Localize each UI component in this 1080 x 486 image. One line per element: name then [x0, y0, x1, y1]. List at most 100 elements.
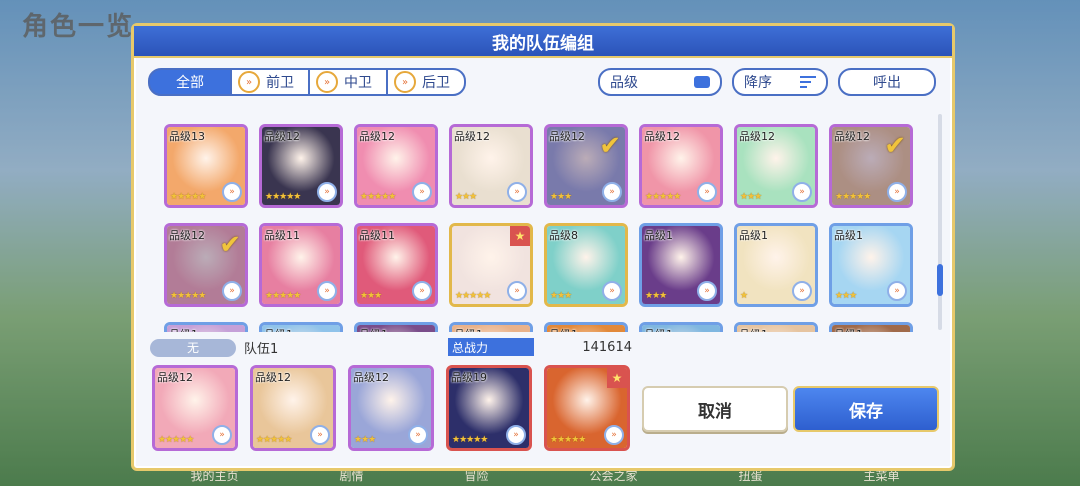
position-icon: » — [507, 281, 527, 301]
character-card[interactable]: 品级12 ★★★ » ✔ — [544, 124, 628, 208]
team-edit-dialog: 我的队伍编组 全部 » 前卫 » 中卫 » 后卫 品级 降序 呼出 品级13 ★★… — [131, 23, 955, 471]
team-member-card[interactable]: ★★★★★ » ★ — [544, 365, 630, 451]
position-icon: » — [507, 182, 527, 202]
character-card[interactable]: 品级12 ★★★★★ » — [259, 124, 343, 208]
team-member-card[interactable]: 品级12 ★★★★★ » — [250, 365, 336, 451]
star-rating: ★★★ — [550, 192, 572, 202]
grade-label: 品级19 — [451, 371, 487, 384]
character-card[interactable]: 品级1» — [829, 322, 913, 332]
character-card[interactable]: 品级12 ★★★ » — [734, 124, 818, 208]
character-card[interactable]: 品级1» — [164, 322, 248, 332]
grade-label: 品级8 — [549, 229, 578, 242]
tab-vanguard-label: 前卫 — [266, 75, 294, 91]
star-rating: ★★★★★ — [158, 435, 194, 445]
grade-label: 品级1 — [264, 326, 293, 332]
star-rating: ★★★ — [354, 435, 376, 445]
character-card[interactable]: 品级12 ★★★★★ » — [354, 124, 438, 208]
grade-label: 品级12 — [353, 371, 389, 384]
character-card[interactable]: 品级12 ★★★★★ » ✔ — [164, 223, 248, 307]
character-card[interactable]: 品级1 ★ » — [734, 223, 818, 307]
grade-label: 品级12 — [454, 130, 490, 143]
character-card[interactable]: 品级8 ★★★ » — [544, 223, 628, 307]
sort-order-label: 降序 — [744, 75, 772, 91]
grid-scrollbar[interactable] — [937, 114, 943, 330]
total-power-label: 总战力 — [448, 338, 534, 356]
position-icon: » — [887, 182, 907, 202]
team-member-card[interactable]: 品级19 ★★★★★ » — [446, 365, 532, 451]
character-card[interactable]: 品级11 ★★★ » — [354, 223, 438, 307]
tab-midguard-label: 中卫 — [344, 75, 372, 91]
dialog-title: 我的队伍编组 — [134, 26, 952, 58]
position-icon: » — [697, 281, 717, 301]
character-card[interactable]: 品级13 ★★★★★ » — [164, 124, 248, 208]
tab-rearguard-label: 后卫 — [422, 75, 450, 91]
character-card[interactable]: 品级12 ★★★★★ » ✔ — [829, 124, 913, 208]
star-rating: ★★★ — [550, 291, 572, 301]
sort-order-button[interactable]: 降序 — [732, 68, 828, 96]
position-icon: » — [604, 425, 624, 445]
position-icon: » — [317, 281, 337, 301]
call-button[interactable]: 呼出 — [838, 68, 936, 96]
midguard-icon: » — [316, 71, 338, 93]
character-card[interactable]: 品级1» — [259, 322, 343, 332]
star-rating: ★★★ — [360, 291, 382, 301]
character-card[interactable]: 品级1 ★★★ » — [829, 223, 913, 307]
position-icon: » — [408, 425, 428, 445]
position-icon: » — [222, 182, 242, 202]
check-icon: ✔ — [219, 230, 241, 260]
tab-all[interactable]: 全部 — [148, 68, 232, 96]
grade-label: 品级1 — [454, 326, 483, 332]
character-card[interactable]: 品级12 ★★★ » — [449, 124, 533, 208]
character-card[interactable]: 品级1» — [639, 322, 723, 332]
grid-row: 品级12 ★★★★★ » ✔ 品级11 ★★★★★ » 品级11 ★★★ » ★★★★★ » ★ 品级8 ★… — [164, 223, 913, 307]
grade-label: 品级13 — [169, 130, 205, 143]
check-icon: ✔ — [599, 131, 621, 161]
team-member-card[interactable]: 品级12 ★★★★★ » — [152, 365, 238, 451]
grade-label: 品级1 — [359, 326, 388, 332]
position-icon: » — [792, 182, 812, 202]
star-rating: ★★★★★ — [452, 435, 488, 445]
position-icon: » — [212, 425, 232, 445]
tab-rearguard[interactable]: » 后卫 — [386, 68, 466, 96]
grade-label: 品级12 — [359, 130, 395, 143]
grade-sort-label: 品级 — [610, 75, 638, 91]
grade-label: 品级1 — [549, 326, 578, 332]
grade-label: 品级1 — [834, 326, 863, 332]
character-card[interactable]: 品级12 ★★★★★ » — [639, 124, 723, 208]
grade-label: 品级1 — [644, 229, 673, 242]
character-card[interactable]: 品级1 ★★★ » — [639, 223, 723, 307]
grade-label: 品级12 — [264, 130, 300, 143]
character-card[interactable]: 品级1» — [354, 322, 438, 332]
scrollbar-thumb[interactable] — [937, 264, 943, 296]
team-info: 无 队伍1 — [150, 338, 278, 357]
star-rating: ★★★ — [835, 291, 857, 301]
character-card[interactable]: 品级11 ★★★★★ » — [259, 223, 343, 307]
cancel-button[interactable]: 取消 — [642, 386, 788, 432]
character-card[interactable]: 品级1» — [544, 322, 628, 332]
character-card[interactable]: 品级1» — [449, 322, 533, 332]
character-card[interactable]: ★★★★★ » ★ — [449, 223, 533, 307]
check-icon: ✔ — [884, 131, 906, 161]
vanguard-icon: » — [238, 71, 260, 93]
grade-sort-button[interactable]: 品级 — [598, 68, 722, 96]
cards-icon — [694, 76, 710, 88]
star-rating: ★★★★★ — [170, 291, 206, 301]
total-power-value: 141614 — [582, 339, 632, 355]
star-rating: ★★★ — [645, 291, 667, 301]
tab-midguard[interactable]: » 中卫 — [308, 68, 388, 96]
team-members: 品级12 ★★★★★» 品级12 ★★★★★» 品级12 ★★★» 品级19 ★★★★★» ★★… — [152, 365, 630, 451]
grade-label: 品级12 — [834, 130, 870, 143]
grade-label: 品级12 — [644, 130, 680, 143]
star-rating: ★★★★★ — [265, 291, 301, 301]
save-button[interactable]: 保存 — [793, 386, 939, 432]
grade-label: 品级12 — [739, 130, 775, 143]
star-rating: ★★★★★ — [256, 435, 292, 445]
character-grid[interactable]: 品级13 ★★★★★» 品级12 ★★★★★» 品级12 ★★★★★» 品级12 ★★★» 品级… — [150, 104, 938, 332]
character-card[interactable]: 品级1» — [734, 322, 818, 332]
grade-label: 品级1 — [834, 229, 863, 242]
position-icon: » — [887, 281, 907, 301]
tab-vanguard[interactable]: » 前卫 — [230, 68, 310, 96]
grade-label: 品级11 — [359, 229, 395, 242]
grid-row: 品级13 ★★★★★» 品级12 ★★★★★» 品级12 ★★★★★» 品级12 ★★★» 品级… — [164, 124, 913, 208]
team-member-card[interactable]: 品级12 ★★★ » — [348, 365, 434, 451]
